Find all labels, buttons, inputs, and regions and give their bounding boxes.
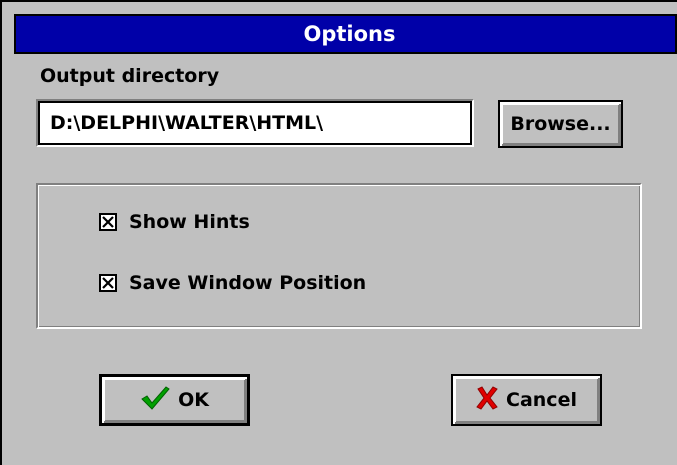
output-directory-label: Output directory	[40, 65, 220, 87]
browse-button[interactable]: Browse...	[498, 100, 623, 148]
save-window-position-checkbox[interactable]: Save Window Position	[99, 272, 366, 294]
checkbox-checked-icon[interactable]	[99, 213, 117, 231]
show-hints-checkbox[interactable]: Show Hints	[99, 211, 250, 233]
options-dialog: Options Output directory D:\DELPHI\WALTE…	[0, 0, 677, 465]
show-hints-label: Show Hints	[129, 211, 250, 233]
ok-button-label: OK	[178, 389, 209, 411]
checkbox-checked-icon[interactable]	[99, 274, 117, 292]
save-window-position-label: Save Window Position	[129, 272, 367, 294]
checkmark-icon	[140, 385, 170, 416]
ok-button[interactable]: OK	[99, 374, 250, 426]
cancel-button[interactable]: Cancel	[451, 374, 602, 426]
cancel-button-label: Cancel	[506, 389, 577, 411]
title-bar[interactable]: Options	[14, 14, 677, 54]
window-title: Options	[303, 22, 396, 46]
options-group-box	[36, 183, 642, 329]
x-mark-icon	[476, 385, 498, 415]
browse-button-label: Browse...	[510, 113, 611, 135]
output-directory-input[interactable]: D:\DELPHI\WALTER\HTML\	[36, 99, 474, 147]
